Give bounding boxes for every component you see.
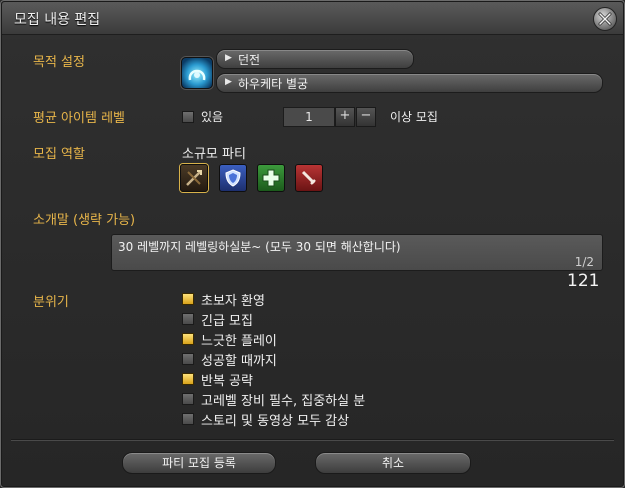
mood-checkbox[interactable] xyxy=(182,293,194,305)
ilvl-minus-button[interactable]: − xyxy=(356,107,376,127)
mood-checkbox[interactable] xyxy=(182,373,194,385)
title-bar: 모집 내용 편집 xyxy=(2,2,623,35)
mood-checkbox[interactable] xyxy=(182,333,194,345)
mood-label: 분위기 xyxy=(33,295,69,310)
party-type: 소규모 파티 xyxy=(182,147,246,162)
mood-item-label: 스토리 및 동영상 모두 감상 xyxy=(201,414,350,429)
mood-item-label: 반복 공략 xyxy=(201,374,253,389)
comment-input[interactable]: 30 레벨까지 레벨링하실분~ (모두 30 되면 해산합니다) 1/2 xyxy=(111,234,603,271)
close-icon xyxy=(598,12,612,26)
footer-divider xyxy=(11,439,614,441)
comment-label: 소개말 (생략 가능) xyxy=(33,213,136,228)
ilvl-checkbox[interactable] xyxy=(182,111,194,123)
mood-item-label: 긴급 모집 xyxy=(201,314,253,329)
role-healer-button[interactable] xyxy=(257,164,285,192)
duty-category-value: 던전 xyxy=(238,53,261,67)
register-party-button[interactable]: 파티 모집 등록 xyxy=(122,452,276,474)
duty-category-dropdown[interactable]: ▶ 던전 xyxy=(216,49,414,69)
duty-dropdown[interactable]: ▶ 하우케타 별궁 xyxy=(216,73,603,93)
all-roles-icon xyxy=(186,170,202,186)
comment-char-count: 121 xyxy=(567,271,600,291)
ilvl-input[interactable]: 1 xyxy=(283,107,335,127)
mood-checkbox[interactable] xyxy=(182,353,194,365)
duty-icon xyxy=(181,57,213,89)
mood-item-label: 느긋한 플레이 xyxy=(201,334,277,349)
recruitment-edit-window: 모집 내용 편집 목적 설정 ▶ 던전 ▶ 하우케타 별궁 평균 아이템 레벨 … xyxy=(0,0,625,488)
comment-text: 30 레벨까지 레벨링하실분~ (모두 30 되면 해산합니다) xyxy=(118,240,401,254)
comment-page-indicator: 1/2 xyxy=(574,255,594,269)
role-all-button[interactable] xyxy=(180,164,208,192)
dps-icon xyxy=(301,170,316,185)
role-dps-button[interactable] xyxy=(295,164,323,192)
roles-label: 모집 역할 xyxy=(33,147,85,162)
close-button[interactable] xyxy=(593,7,617,31)
ilvl-plus-button[interactable]: + xyxy=(335,107,355,127)
mood-checkbox[interactable] xyxy=(182,413,194,425)
mood-checkbox[interactable] xyxy=(182,313,194,325)
ilvl-suffix: 이상 모집 xyxy=(390,110,438,124)
mood-checkbox[interactable] xyxy=(182,393,194,405)
objective-label: 목적 설정 xyxy=(33,55,85,70)
ilvl-label: 평균 아이템 레벨 xyxy=(33,111,125,126)
ilvl-checkbox-label: 있음 xyxy=(201,110,224,124)
mood-item-label: 고레벨 장비 필수, 집중하실 분 xyxy=(201,394,366,409)
tank-icon xyxy=(225,169,241,187)
dropdown-arrow-icon: ▶ xyxy=(225,77,232,87)
duty-value: 하우케타 별궁 xyxy=(238,77,309,91)
role-tank-button[interactable] xyxy=(219,164,247,192)
cancel-button[interactable]: 취소 xyxy=(315,452,471,474)
mood-item-label: 성공할 때까지 xyxy=(201,354,277,369)
healer-icon xyxy=(262,169,280,187)
mood-item-label: 초보자 환영 xyxy=(201,294,265,309)
dropdown-arrow-icon: ▶ xyxy=(225,53,232,63)
window-title: 모집 내용 편집 xyxy=(14,12,101,28)
